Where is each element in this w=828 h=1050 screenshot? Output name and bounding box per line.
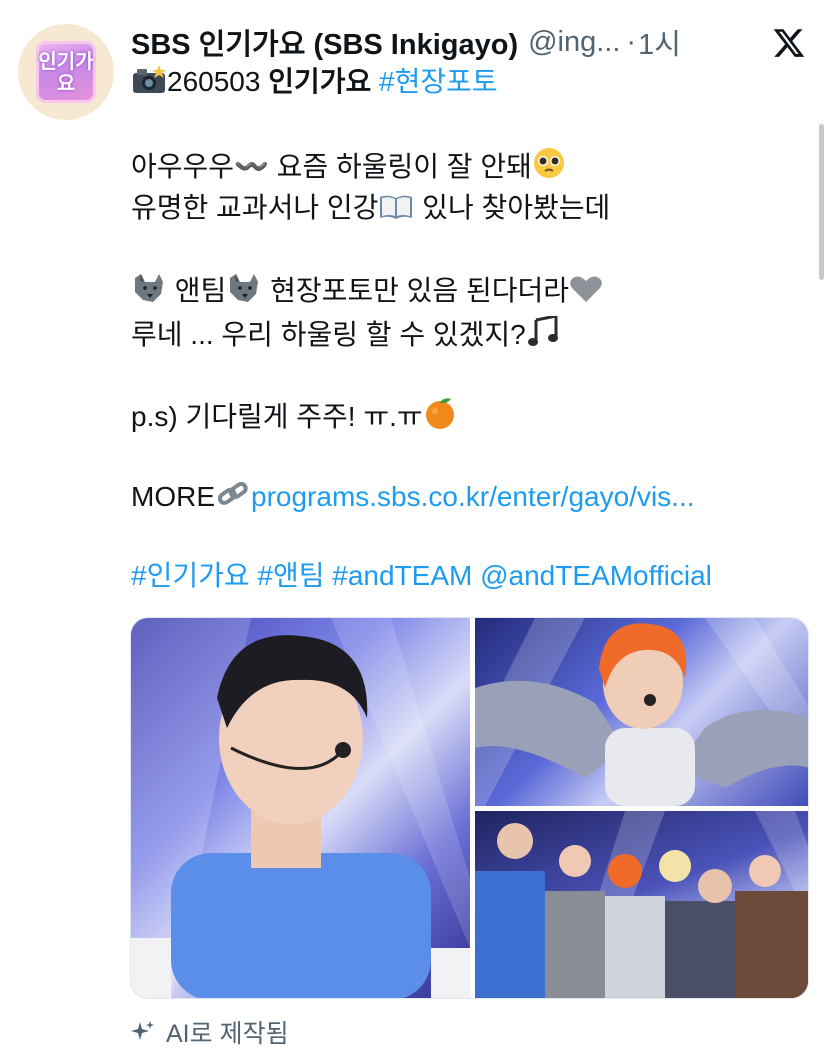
- photo-1[interactable]: [131, 618, 470, 998]
- camera-flash-icon: [133, 65, 166, 93]
- tweet-text-line2: 아우우우〰️ 요즘 하울링이 잘 안돼: [131, 151, 532, 182]
- tweet-line-5: 루네 ... 우리 하울링 할 수 있겠지?: [131, 316, 566, 353]
- tweet-time[interactable]: 1시: [638, 24, 681, 60]
- ai-generated-footer: AI로 제작됨: [130, 1014, 289, 1050]
- scrollbar[interactable]: [819, 124, 824, 280]
- tweet-line-4: 앤팀 현장포토만 있음 된다더라: [131, 272, 603, 309]
- tweet-tags-line: #인기가요 #앤팀 #andTEAM @andTEAMofficial: [131, 558, 712, 594]
- wolf-icon: [230, 274, 259, 302]
- author-name[interactable]: SBS 인기가요 (SBS Inkigayo): [131, 24, 518, 60]
- wolf-icon: [135, 274, 163, 302]
- tangerine-icon: [425, 398, 454, 429]
- author-handle[interactable]: @ing...: [528, 26, 620, 59]
- header-separator: ·: [626, 25, 637, 58]
- tweet-text-andteam: 앤팀: [167, 275, 227, 306]
- tweet-text-line5: 루네 ... 우리 하울링 할 수 있겠지?: [131, 319, 526, 350]
- tweet-show-name: 인기가요: [268, 66, 372, 97]
- pleading-face-icon: [533, 148, 564, 178]
- tweet-line-1: 260503 인기가요 #현장포토: [131, 64, 498, 100]
- grey-heart-icon: [570, 276, 602, 302]
- photo-2-illustration: [475, 618, 808, 806]
- photo-1-illustration: [131, 618, 470, 998]
- tweet-date: 260503: [167, 66, 269, 97]
- hashtags-and-mentions[interactable]: #인기가요 #앤팀 #andTEAM @andTEAMofficial: [131, 560, 712, 591]
- sparkle-icon: [131, 1021, 154, 1040]
- tweet-text-line4b: 현장포토만 있음 된다더라: [262, 275, 570, 306]
- avatar-logo-text: 인기가요: [38, 49, 94, 95]
- tweet-line-2: 아우우우〰️ 요즘 하울링이 잘 안돼: [131, 146, 566, 185]
- inkigayo-logo: 인기가요: [36, 41, 96, 103]
- x-logo-icon[interactable]: [772, 26, 806, 60]
- more-label: MORE: [131, 481, 215, 512]
- tweet-line-6: p.s) 기다릴게 주주! ㅠ.ㅠ: [131, 396, 457, 435]
- photo-3[interactable]: [475, 811, 808, 998]
- tweet-text-line3a: 유명한 교과서나 인강: [131, 192, 379, 223]
- ai-label: AI로 제작됨: [166, 1020, 289, 1048]
- tweet-more-line: MORE programs.sbs.co.kr/enter/gayo/vis..…: [131, 478, 695, 515]
- photo-2[interactable]: [475, 618, 808, 806]
- avatar[interactable]: 인기가요: [18, 24, 114, 120]
- tweet-text-line3b: 있나 찾아봤는데: [414, 192, 611, 223]
- music-notes-icon: [527, 316, 558, 346]
- more-link[interactable]: programs.sbs.co.kr/enter/gayo/vis...: [251, 481, 695, 512]
- media-grid: [130, 617, 809, 999]
- photo-3-illustration: [475, 811, 808, 998]
- tweet-text-line6: p.s) 기다릴게 주주! ㅠ.ㅠ: [131, 401, 423, 432]
- open-book-icon: [380, 195, 413, 219]
- tweet-header: SBS 인기가요 (SBS Inkigayo) @ing... · 1시: [131, 24, 711, 61]
- hashtag-live-photo[interactable]: #현장포토: [379, 66, 498, 97]
- link-icon: [217, 481, 248, 505]
- tweet-line-3: 유명한 교과서나 인강 있나 찾아봤는데: [131, 190, 610, 226]
